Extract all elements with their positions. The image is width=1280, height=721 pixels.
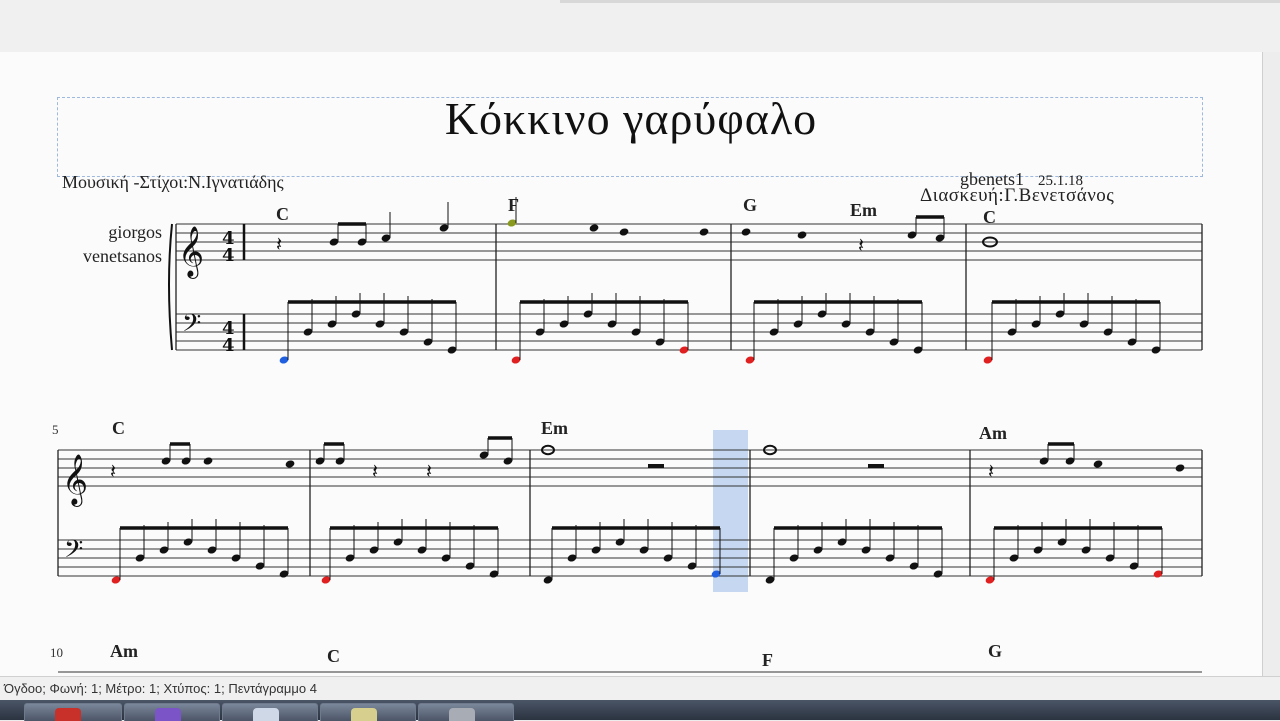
- rest: 𝄽: [372, 459, 378, 483]
- selection-highlight: [713, 430, 748, 592]
- taskbar-button[interactable]: [222, 703, 318, 721]
- taskbar: [0, 700, 1280, 721]
- status-bar: Όγδοο; Φωνή: 1; Μέτρο: 1; Χτύπος: 1; Πεν…: [0, 676, 1280, 700]
- half-rest: [648, 464, 664, 468]
- note-head: [797, 231, 807, 239]
- note-head: [203, 457, 213, 465]
- bass-clef: 𝄢: [182, 309, 201, 344]
- rest: 𝄽: [276, 232, 282, 256]
- app-gray-icon: [449, 708, 475, 721]
- score-page[interactable]: Κόκκινο γαρύφαλο Μουσική -Στίχοι:Ν.Ιγνατ…: [0, 52, 1263, 676]
- brace: [168, 223, 173, 351]
- taskbar-button[interactable]: [418, 703, 514, 721]
- note-head: [619, 228, 629, 236]
- folder-icon: [351, 708, 377, 721]
- note-head: [1093, 460, 1103, 468]
- time-signature: 4: [222, 335, 235, 356]
- notation-canvas[interactable]: 𝄞 44𝄢 44𝄽 𝄽𝄞𝄢𝄽 𝄽 𝄽 𝄽: [0, 52, 1262, 676]
- note-head: [1175, 464, 1185, 472]
- note-head: [285, 460, 295, 468]
- rest: 𝄽: [988, 459, 994, 483]
- toolbar-area: [0, 0, 1280, 53]
- note-head: [589, 224, 599, 232]
- rest: 𝄽: [110, 459, 116, 483]
- note-head: [741, 228, 751, 236]
- taskbar-button[interactable]: [124, 703, 220, 721]
- vertical-scrollbar[interactable]: [1263, 52, 1280, 676]
- rest: 𝄽: [426, 459, 432, 483]
- app-blue-icon: [253, 708, 279, 721]
- app-red-icon: [55, 708, 81, 721]
- half-rest: [868, 464, 884, 468]
- viber-icon: [155, 708, 181, 721]
- time-signature: 4: [222, 245, 235, 266]
- rest: 𝄽: [858, 233, 864, 257]
- treble-clef: 𝄞: [62, 454, 88, 507]
- bass-clef: 𝄢: [64, 535, 83, 570]
- taskbar-button[interactable]: [320, 703, 416, 721]
- treble-clef: 𝄞: [178, 226, 204, 279]
- note-head: [699, 228, 709, 236]
- taskbar-button[interactable]: [24, 703, 122, 721]
